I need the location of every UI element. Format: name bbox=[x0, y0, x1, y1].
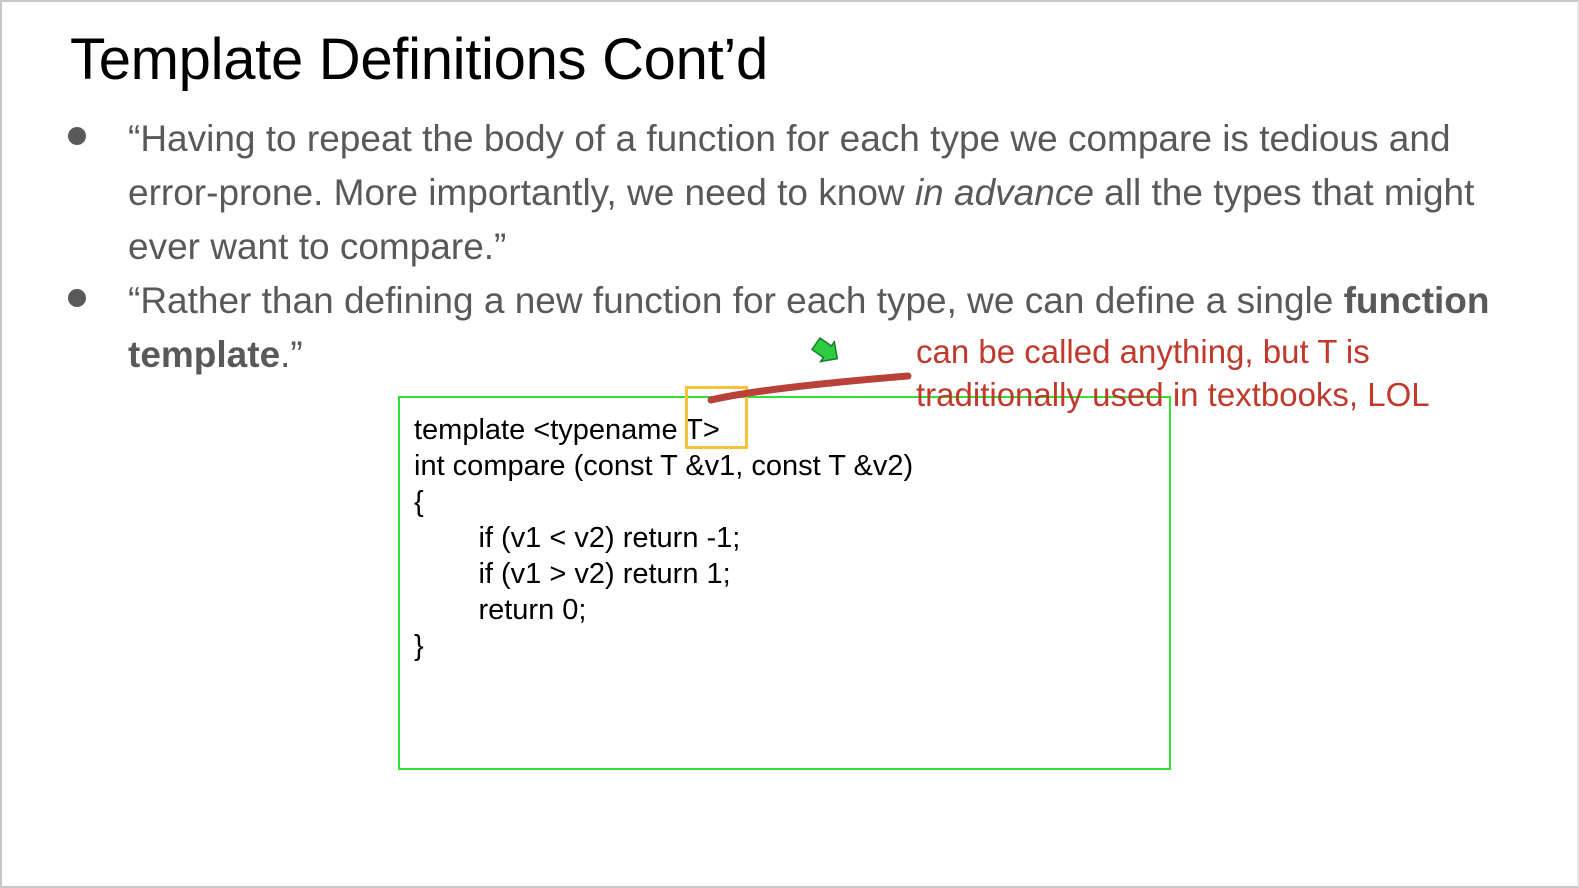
code-line: } bbox=[414, 630, 424, 662]
annotation-line: can be called anything, but T is bbox=[916, 333, 1370, 370]
code-line: template <typename T> bbox=[414, 414, 720, 446]
code-line: { bbox=[414, 486, 424, 518]
slide: Template Definitions Cont’d “Having to r… bbox=[0, 0, 1579, 888]
annotation-line: traditionally used in textbooks, LOL bbox=[916, 376, 1430, 413]
highlight-box bbox=[685, 386, 748, 449]
code-line: int compare (const T &v1, const T &v2) bbox=[414, 450, 914, 482]
bullet-text: “Having to repeat the body of a function… bbox=[128, 118, 1474, 267]
bullet-dot-icon bbox=[68, 289, 86, 307]
code-box: template <typename T> int compare (const… bbox=[398, 396, 1171, 770]
bullet-text-emphasis: in advance bbox=[914, 172, 1094, 213]
bullet-dot-icon bbox=[68, 127, 86, 145]
code-line: if (v1 > v2) return 1; bbox=[414, 558, 731, 590]
bullet-text-part: “Rather than defining a new function for… bbox=[128, 280, 1344, 321]
code-line: if (v1 < v2) return -1; bbox=[414, 522, 741, 554]
bullet-item: “Having to repeat the body of a function… bbox=[64, 112, 1514, 274]
code-line: return 0; bbox=[414, 594, 587, 626]
bullet-text-part: .” bbox=[280, 334, 303, 375]
slide-title: Template Definitions Cont’d bbox=[70, 27, 768, 92]
annotation-text: can be called anything, but T is traditi… bbox=[916, 330, 1430, 416]
